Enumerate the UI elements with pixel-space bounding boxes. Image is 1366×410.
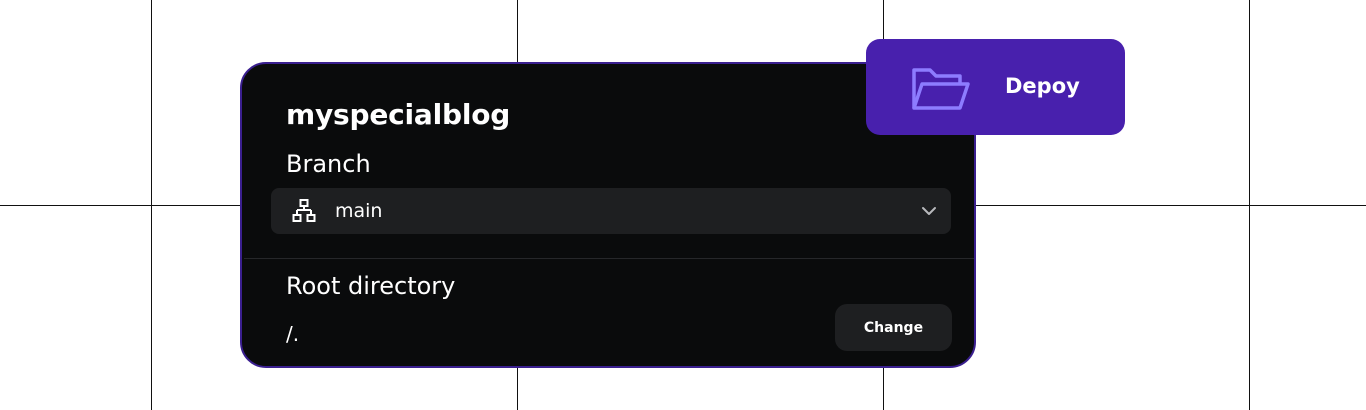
chevron-down-icon [922, 207, 936, 215]
deploy-label: Depoy [1005, 74, 1080, 98]
deploy-button[interactable]: Depoy [866, 39, 1125, 135]
branch-hierarchy-icon [292, 199, 316, 222]
branch-label: Branch [286, 150, 371, 178]
branch-value: main [335, 200, 383, 222]
folder-open-icon [912, 68, 970, 110]
section-divider [244, 258, 974, 259]
project-title: myspecialblog [286, 98, 511, 131]
branch-select[interactable]: main [271, 188, 951, 234]
canvas: myspecialblog Branch main Root directory… [0, 0, 1366, 410]
change-button[interactable]: Change [835, 304, 952, 351]
root-directory-label: Root directory [286, 272, 456, 300]
root-directory-value: /. [286, 322, 300, 346]
